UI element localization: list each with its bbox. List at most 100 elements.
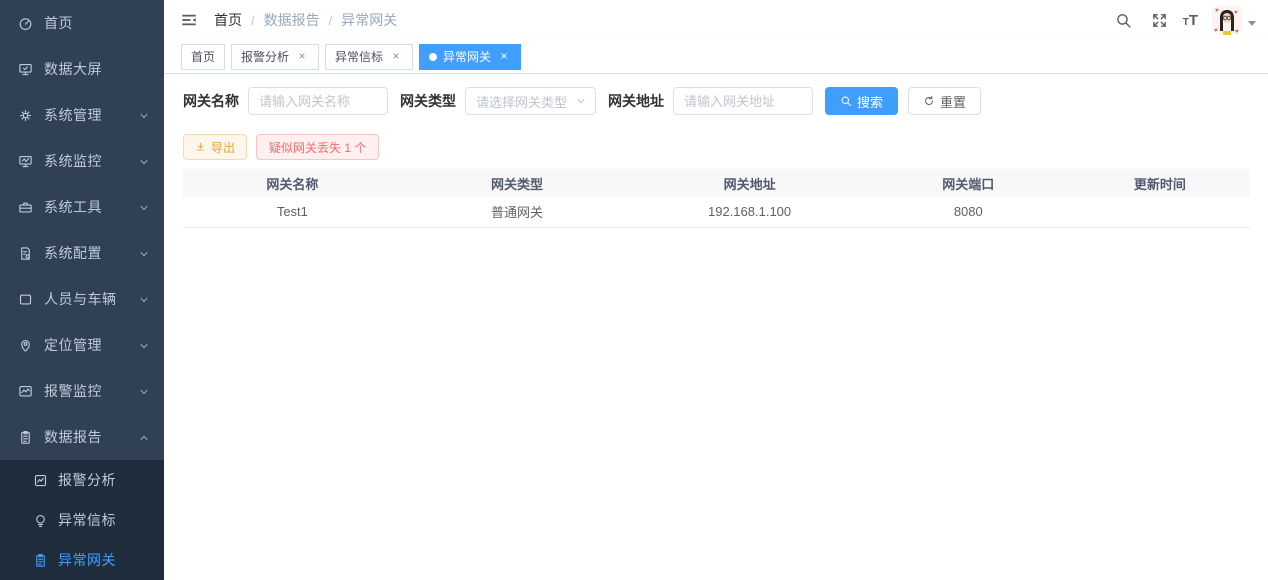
gateway-table: 网关名称 网关类型 网关地址 网关端口 更新时间 Test1 普通网关 192.… bbox=[183, 169, 1250, 228]
lost-badge-label: 疑似网关丢失 1 个 bbox=[269, 139, 366, 156]
sidebar-item-label: 数据大屏 bbox=[44, 59, 150, 79]
chevron-down-icon bbox=[138, 201, 150, 213]
col-gateway-address: 网关地址 bbox=[632, 169, 867, 197]
search-icon[interactable] bbox=[1111, 7, 1137, 33]
breadcrumb-separator: / bbox=[329, 13, 333, 28]
sidebar-item-data-report[interactable]: 数据报告 bbox=[0, 414, 164, 460]
export-button[interactable]: 导出 bbox=[183, 134, 247, 160]
config-doc-icon bbox=[18, 245, 34, 261]
tab-label: 异常网关 bbox=[443, 48, 491, 65]
breadcrumb: 首页 / 数据报告 / 异常网关 bbox=[214, 10, 397, 30]
sidebar-item-label: 报警分析 bbox=[58, 470, 150, 490]
dashboard-icon bbox=[18, 15, 34, 31]
sidebar-item-system-monitor[interactable]: 系统监控 bbox=[0, 138, 164, 184]
tab-home[interactable]: 首页 bbox=[181, 44, 225, 70]
tab-alarm-analysis[interactable]: 报警分析 × bbox=[231, 44, 319, 70]
gateway-doc-icon bbox=[33, 552, 49, 568]
close-icon[interactable]: × bbox=[295, 50, 309, 64]
breadcrumb-home[interactable]: 首页 bbox=[214, 10, 242, 30]
sidebar-item-people-vehicles[interactable]: 人员与车辆 bbox=[0, 276, 164, 322]
svg-text:♥: ♥ bbox=[1215, 8, 1219, 14]
svg-text:♥: ♥ bbox=[1235, 29, 1239, 35]
search-button-label: 搜索 bbox=[857, 92, 883, 111]
font-size-icon[interactable]: TT bbox=[1183, 13, 1198, 28]
breadcrumb-separator: / bbox=[251, 13, 255, 28]
gateway-type-select[interactable]: 请选择网关类型 bbox=[465, 87, 596, 115]
reset-button-label: 重置 bbox=[940, 92, 966, 111]
breadcrumb-current: 异常网关 bbox=[341, 10, 397, 30]
sidebar-item-alarm-monitor[interactable]: 报警监控 bbox=[0, 368, 164, 414]
cell-gateway-address: 192.168.1.100 bbox=[632, 197, 867, 227]
sidebar-item-label: 系统管理 bbox=[44, 105, 138, 125]
sidebar-item-home[interactable]: 首页 bbox=[0, 0, 164, 46]
chevron-down-icon bbox=[138, 293, 150, 305]
user-menu[interactable]: ♥ ♥ ♥ ♥ bbox=[1212, 5, 1256, 35]
reset-button[interactable]: 重置 bbox=[908, 87, 981, 115]
cell-gateway-type: 普通网关 bbox=[402, 197, 632, 227]
avatar[interactable]: ♥ ♥ ♥ ♥ bbox=[1212, 5, 1242, 35]
close-icon[interactable]: × bbox=[389, 50, 403, 64]
sidebar-item-abnormal-gateway[interactable]: 异常网关 bbox=[0, 540, 164, 580]
form-item-gateway-address: 网关地址 bbox=[608, 87, 813, 115]
active-dot-icon bbox=[429, 53, 437, 61]
chevron-down-icon bbox=[138, 247, 150, 259]
navbar-right-tools: TT ♥ ♥ ♥ ♥ bbox=[1111, 5, 1256, 35]
tab-label: 报警分析 bbox=[241, 48, 289, 65]
suspected-gateway-lost-badge[interactable]: 疑似网关丢失 1 个 bbox=[256, 134, 379, 160]
cell-update-time bbox=[1070, 197, 1250, 227]
form-item-gateway-type: 网关类型 请选择网关类型 bbox=[400, 87, 596, 115]
sidebar-item-system-config[interactable]: 系统配置 bbox=[0, 230, 164, 276]
breadcrumb-data-report[interactable]: 数据报告 bbox=[264, 10, 320, 30]
gateway-address-label: 网关地址 bbox=[608, 91, 664, 111]
close-icon[interactable]: × bbox=[497, 50, 511, 64]
sidebar-item-system-tools[interactable]: 系统工具 bbox=[0, 184, 164, 230]
search-button[interactable]: 搜索 bbox=[825, 87, 898, 115]
sidebar-item-big-screen[interactable]: 数据大屏 bbox=[0, 46, 164, 92]
chevron-down-icon bbox=[575, 95, 587, 107]
tab-abnormal-beacon[interactable]: 异常信标 × bbox=[325, 44, 413, 70]
cell-gateway-name: Test1 bbox=[183, 197, 402, 227]
gateway-name-label: 网关名称 bbox=[183, 91, 239, 111]
sidebar-item-location-mgmt[interactable]: 定位管理 bbox=[0, 322, 164, 368]
sidebar-submenu-data-report: 报警分析 异常信标 异常网关 bbox=[0, 460, 164, 580]
beacon-icon bbox=[33, 512, 49, 528]
big-screen-icon bbox=[18, 61, 34, 77]
chart-box-icon bbox=[33, 472, 49, 488]
location-pin-icon bbox=[18, 337, 34, 353]
chevron-down-icon bbox=[138, 385, 150, 397]
caret-down-icon bbox=[1248, 21, 1256, 26]
sidebar-item-label: 系统工具 bbox=[44, 197, 138, 217]
gateway-address-input[interactable] bbox=[673, 87, 813, 115]
fullscreen-icon[interactable] bbox=[1147, 7, 1173, 33]
gear-icon bbox=[18, 107, 34, 123]
sidebar-item-label: 首页 bbox=[44, 13, 150, 33]
export-button-label: 导出 bbox=[211, 139, 235, 156]
sidebar-item-system-mgmt[interactable]: 系统管理 bbox=[0, 92, 164, 138]
tags-view-bar: 首页 报警分析 × 异常信标 × 异常网关 × bbox=[164, 40, 1268, 74]
chevron-down-icon bbox=[138, 339, 150, 351]
sidebar-item-alarm-analysis[interactable]: 报警分析 bbox=[0, 460, 164, 500]
main-area: 首页 / 数据报告 / 异常网关 TT ♥ ♥ bbox=[164, 0, 1268, 580]
alarm-monitor-icon bbox=[18, 383, 34, 399]
table-header: 网关名称 网关类型 网关地址 网关端口 更新时间 bbox=[183, 169, 1250, 197]
cell-gateway-port: 8080 bbox=[867, 197, 1070, 227]
gateway-name-input[interactable] bbox=[248, 87, 388, 115]
filter-form: 网关名称 网关类型 请选择网关类型 网关地址 搜索 bbox=[183, 87, 1250, 115]
col-update-time: 更新时间 bbox=[1070, 169, 1250, 197]
table-toolbar: 导出 疑似网关丢失 1 个 bbox=[183, 134, 1250, 160]
chevron-down-icon bbox=[138, 109, 150, 121]
sidebar-item-label: 系统监控 bbox=[44, 151, 138, 171]
sidebar-item-label: 定位管理 bbox=[44, 335, 138, 355]
gateway-type-label: 网关类型 bbox=[400, 91, 456, 111]
col-gateway-port: 网关端口 bbox=[867, 169, 1070, 197]
sidebar-item-label: 异常网关 bbox=[58, 550, 150, 570]
svg-text:♥: ♥ bbox=[1214, 28, 1218, 34]
sidebar-item-abnormal-beacon[interactable]: 异常信标 bbox=[0, 500, 164, 540]
sidebar-item-label: 系统配置 bbox=[44, 243, 138, 263]
tab-abnormal-gateway[interactable]: 异常网关 × bbox=[419, 44, 521, 70]
sidebar-toggle-icon[interactable] bbox=[180, 10, 200, 30]
sidebar-item-label: 报警监控 bbox=[44, 381, 138, 401]
chevron-down-icon bbox=[138, 155, 150, 167]
sidebar: 首页 数据大屏 系统管理 系统监控 系统工具 bbox=[0, 0, 164, 580]
tab-label: 异常信标 bbox=[335, 48, 383, 65]
